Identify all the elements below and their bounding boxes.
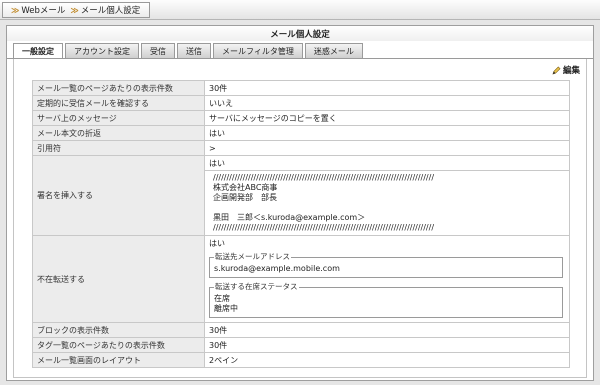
top-bar: ≫ Webメール ≫ メール個人設定 bbox=[0, 0, 600, 20]
signature-enabled-value: はい bbox=[204, 155, 570, 171]
row-value: 30件 bbox=[204, 337, 570, 353]
forward-status-item: 離席中 bbox=[214, 304, 238, 313]
signature-line: 株式会社ABC商事 bbox=[213, 183, 278, 192]
signature-text: ////////////////////////////////////////… bbox=[204, 170, 570, 236]
tab-content: 編集 メール一覧のページあたりの表示件数 30件 定期的に受信メールを確認する … bbox=[13, 59, 587, 378]
table-row: メール一覧画面のレイアウト 2ペイン bbox=[32, 352, 570, 368]
row-value: > bbox=[204, 140, 570, 156]
breadcrumb-webmail-link[interactable]: Webメール bbox=[21, 4, 65, 16]
tab-send[interactable]: 送信 bbox=[177, 43, 211, 58]
row-value: はい bbox=[204, 125, 570, 141]
forward-status-fieldset: 転送する在席ステータス 在席 離席中 bbox=[209, 282, 563, 318]
absence-enabled-value: はい bbox=[209, 239, 225, 248]
signature-line: 企画開発部 部長 bbox=[213, 193, 277, 202]
breadcrumb-arrow-icon: ≫ bbox=[11, 5, 20, 15]
absence-forward-label: 不在転送する bbox=[32, 235, 205, 323]
row-label: メール一覧のページあたりの表示件数 bbox=[32, 80, 205, 96]
row-label: メール本文の折返 bbox=[32, 125, 205, 141]
signature-line: ////////////////////////////////////////… bbox=[213, 173, 435, 182]
signature-line: 黒田 三郎＜s.kuroda@example.com＞ bbox=[213, 213, 366, 222]
row-label: タグ一覧のページあたりの表示件数 bbox=[32, 337, 205, 353]
table-row: メール一覧のページあたりの表示件数 30件 bbox=[32, 80, 570, 96]
forward-address-fieldset: 転送先メールアドレス s.kuroda@example.mobile.com bbox=[209, 252, 563, 278]
pencil-icon bbox=[552, 66, 561, 75]
table-row: タグ一覧のページあたりの表示件数 30件 bbox=[32, 337, 570, 353]
table-row: メール本文の折返 はい bbox=[32, 125, 570, 141]
row-label: メール一覧画面のレイアウト bbox=[32, 352, 205, 368]
row-label: サーバ上のメッセージ bbox=[32, 110, 205, 126]
forward-address-legend: 転送先メールアドレス bbox=[214, 252, 291, 262]
signature-label: 署名を挿入する bbox=[32, 155, 205, 236]
signature-line bbox=[213, 203, 565, 213]
tab-general[interactable]: 一般設定 bbox=[13, 43, 63, 59]
tab-receive[interactable]: 受信 bbox=[141, 43, 175, 58]
forward-status-legend: 転送する在席ステータス bbox=[214, 282, 299, 292]
tab-mail-filter[interactable]: メールフィルタ管理 bbox=[213, 43, 303, 58]
row-value: 30件 bbox=[204, 80, 570, 96]
signature-row: 署名を挿入する はい bbox=[32, 155, 570, 236]
tab-account[interactable]: アカウント設定 bbox=[65, 43, 139, 58]
breadcrumb-arrow-icon: ≫ bbox=[70, 5, 79, 15]
row-value: サーバにメッセージのコピーを置く bbox=[204, 110, 570, 126]
row-value: 2ペイン bbox=[204, 352, 570, 368]
edit-label: 編集 bbox=[562, 66, 580, 76]
settings-panel: メール個人設定 一般設定 アカウント設定 受信 送信 メールフィルタ管理 迷惑メ… bbox=[6, 25, 594, 381]
panel-title: メール個人設定 bbox=[7, 26, 593, 41]
breadcrumb: ≫ Webメール ≫ メール個人設定 bbox=[2, 2, 150, 18]
table-row: ブロックの表示件数 30件 bbox=[32, 322, 570, 338]
settings-table: メール一覧のページあたりの表示件数 30件 定期的に受信メールを確認する いいえ… bbox=[32, 80, 570, 368]
row-value: いいえ bbox=[204, 95, 570, 111]
breadcrumb-mail-settings-link[interactable]: メール個人設定 bbox=[81, 4, 141, 16]
row-label: ブロックの表示件数 bbox=[32, 322, 205, 338]
tab-bar: 一般設定 アカウント設定 受信 送信 メールフィルタ管理 迷惑メール bbox=[13, 43, 365, 59]
signature-line: ////////////////////////////////////////… bbox=[213, 223, 435, 232]
row-value: 30件 bbox=[204, 322, 570, 338]
row-label: 引用符 bbox=[32, 140, 205, 156]
absence-forward-row: 不在転送する はい 転送先メールアドレス s.kuroda@example.mo… bbox=[32, 235, 570, 323]
forward-address-value: s.kuroda@example.mobile.com bbox=[214, 264, 340, 273]
row-label: 定期的に受信メールを確認する bbox=[32, 95, 205, 111]
table-row: 定期的に受信メールを確認する いいえ bbox=[32, 95, 570, 111]
forward-status-item: 在席 bbox=[214, 294, 230, 303]
edit-button[interactable]: 編集 bbox=[552, 64, 580, 76]
tab-spam[interactable]: 迷惑メール bbox=[304, 43, 363, 58]
table-row: 引用符 > bbox=[32, 140, 570, 156]
absence-forward-value: はい 転送先メールアドレス s.kuroda@example.mobile.co… bbox=[204, 235, 570, 323]
table-row: サーバ上のメッセージ サーバにメッセージのコピーを置く bbox=[32, 110, 570, 126]
